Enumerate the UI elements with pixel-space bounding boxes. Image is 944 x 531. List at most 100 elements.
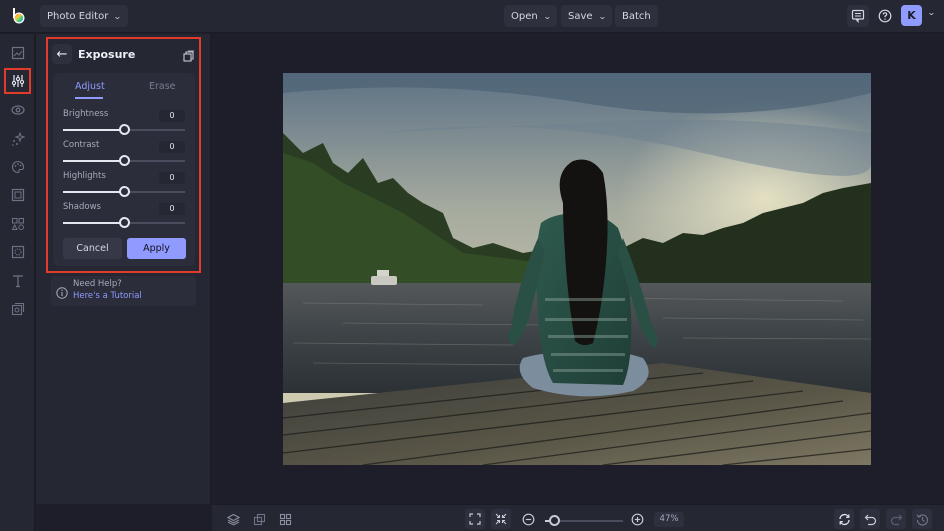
zoom-out-button[interactable] <box>518 509 538 529</box>
chevron-down-icon: ⌄ <box>542 11 552 21</box>
layers-icon <box>226 513 240 526</box>
expand-icon <box>469 513 481 525</box>
slider-label-contrast: Contrast <box>63 140 100 150</box>
rail-textures-tool[interactable] <box>4 239 31 265</box>
save-label: Save <box>568 10 593 22</box>
help-box: Need Help? Here's a Tutorial <box>51 276 196 306</box>
sliders-icon <box>11 75 24 87</box>
tool-rail <box>0 34 35 531</box>
slider-thumb[interactable] <box>119 186 130 197</box>
slider-label-shadows: Shadows <box>63 202 101 212</box>
eye-icon <box>10 105 25 115</box>
chevron-down-icon: ⌄ <box>597 11 607 21</box>
save-button[interactable]: Save ⌄ <box>561 5 613 27</box>
help-button[interactable] <box>874 5 896 27</box>
duplicate-layer-button[interactable] <box>183 47 195 66</box>
canvas-area <box>212 34 944 504</box>
app-menu-label: Photo Editor <box>47 10 109 22</box>
image-icon <box>11 46 24 60</box>
slider-fill <box>63 222 124 224</box>
cancel-button[interactable]: Cancel <box>63 238 122 259</box>
zoom-percentage[interactable]: 47% <box>654 512 684 527</box>
open-label: Open <box>511 10 538 22</box>
top-bar: Photo Editor ⌄ Open ⌄ Save ⌄ Batch K ⌄ <box>0 0 944 33</box>
photo-image <box>283 73 871 465</box>
slider-thumb[interactable] <box>119 155 130 166</box>
refresh-icon <box>838 513 850 525</box>
rail-artsy-tool[interactable] <box>4 154 31 180</box>
rail-touch-up-tool[interactable] <box>4 126 31 152</box>
adjust-card: Adjust Erase Brightness 0 Contrast 0 Highlig… <box>53 73 195 266</box>
redo-button[interactable] <box>886 509 906 529</box>
slider-label-highlights: Highlights <box>63 171 106 181</box>
apply-button[interactable]: Apply <box>127 238 186 259</box>
slider-value-brightness[interactable]: 0 <box>159 110 185 122</box>
fit-to-screen-button[interactable] <box>465 509 485 529</box>
rail-text-tool[interactable] <box>4 268 31 294</box>
slider-value-shadows[interactable]: 0 <box>159 203 185 215</box>
shapes-icon <box>11 218 24 230</box>
slider-value-contrast[interactable]: 0 <box>159 141 185 153</box>
info-icon <box>56 284 68 303</box>
zoom-slider-thumb[interactable] <box>549 515 560 526</box>
app-menu-button[interactable]: Photo Editor ⌄ <box>40 5 129 27</box>
befunky-logo[interactable] <box>8 5 30 27</box>
open-button[interactable]: Open ⌄ <box>504 5 558 27</box>
compare-button[interactable] <box>249 509 269 529</box>
history-button[interactable] <box>912 509 932 529</box>
help-title: Need Help? <box>73 279 122 289</box>
account-chevron-icon[interactable]: ⌄ <box>927 8 936 17</box>
comment-icon <box>851 9 865 23</box>
slider-highlights[interactable] <box>63 186 185 197</box>
exposure-tool-box: ← Exposure Adjust Erase Brightness 0 Contr… <box>46 37 201 273</box>
history-icon <box>916 513 928 526</box>
rail-image-tool[interactable] <box>4 40 31 66</box>
active-tab-indicator <box>75 97 103 99</box>
zoom-in-icon <box>631 513 643 525</box>
actual-size-button[interactable] <box>491 509 511 529</box>
grid-view-button[interactable] <box>275 509 295 529</box>
batch-button[interactable]: Batch <box>615 5 658 27</box>
zoom-in-button[interactable] <box>627 509 647 529</box>
compare-icon <box>253 513 265 525</box>
reset-button[interactable] <box>834 509 854 529</box>
feedback-button[interactable] <box>847 5 869 27</box>
zoom-out-icon <box>522 513 534 525</box>
batch-label: Batch <box>622 10 651 22</box>
slider-fill <box>63 160 124 162</box>
zoom-slider[interactable] <box>545 515 623 526</box>
undo-icon <box>864 514 876 525</box>
slider-contrast[interactable] <box>63 155 185 166</box>
slider-value-highlights[interactable]: 0 <box>159 172 185 184</box>
slider-shadows[interactable] <box>63 217 185 228</box>
redo-icon <box>890 514 902 525</box>
chevron-down-icon: ⌄ <box>113 11 123 21</box>
rail-cutout-tool[interactable] <box>4 296 31 322</box>
layers-button[interactable] <box>223 509 243 529</box>
photo-canvas[interactable] <box>283 73 871 465</box>
rail-graphics-tool[interactable] <box>4 211 31 237</box>
user-avatar[interactable]: K <box>901 5 922 26</box>
tab-erase[interactable]: Erase <box>149 81 176 92</box>
slider-fill <box>63 129 124 131</box>
slider-thumb[interactable] <box>119 124 130 135</box>
rail-frames-tool[interactable] <box>4 182 31 208</box>
rail-effects-tool[interactable] <box>4 97 31 123</box>
bottom-toolbar: 47% <box>212 504 944 531</box>
tutorial-link[interactable]: Here's a Tutorial <box>73 291 142 301</box>
text-icon <box>12 275 23 288</box>
question-icon <box>878 9 892 23</box>
rail-adjust-tool[interactable] <box>4 68 31 94</box>
tab-adjust[interactable]: Adjust <box>75 81 105 92</box>
palette-icon <box>11 160 24 174</box>
copy-icon <box>183 50 194 62</box>
slider-thumb[interactable] <box>119 217 130 228</box>
panel-title: Exposure <box>78 48 136 61</box>
frame-icon <box>11 188 24 202</box>
undo-button[interactable] <box>860 509 880 529</box>
grid-icon <box>279 513 291 525</box>
back-button[interactable]: ← <box>52 44 72 64</box>
texture-icon <box>11 245 24 259</box>
slider-label-brightness: Brightness <box>63 109 109 119</box>
slider-brightness[interactable] <box>63 124 185 135</box>
